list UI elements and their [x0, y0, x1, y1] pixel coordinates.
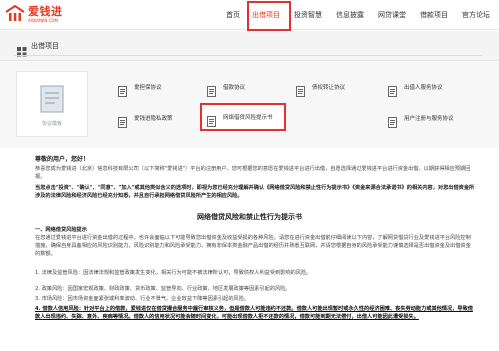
risk-notice-content: 尊敬的用户，您好！ 恭喜您成为爱钱进（北京）信息科技有限公司（以下简称"爱钱进"…: [0, 148, 499, 351]
doc-guarantee[interactable]: 爱担保协议: [118, 80, 162, 97]
policy-risk: 2. 政策风险：因国家宏观政策、财政政策、货币政策、监管导向、行业政策、地区发展…: [35, 286, 291, 292]
doc-label: 爱担保协议: [134, 85, 162, 91]
doc-risk-notice[interactable]: 网络借贷风险提示书: [207, 110, 273, 127]
doc-lender-service[interactable]: 出借人服务协议: [388, 80, 443, 97]
logo-icon: [4, 5, 26, 23]
document-icon: [207, 82, 216, 97]
doc-label: 借款协议: [223, 85, 246, 91]
divider: [14, 55, 482, 56]
intro-paragraph: 恭喜您成为爱钱进（北京）信息科技有限公司（以下简称"爱钱进"）平台的注册用户。您…: [35, 166, 471, 180]
credit-risk: 4. 借款人信用风险：针对平台上的借款，爱钱进仅在借贷撮合服务中履行审核义务，但…: [35, 306, 473, 320]
logo-subtext: AIQIANJIN.COM: [28, 17, 58, 23]
doc-label: 爱钱进隐私政策: [134, 116, 173, 122]
section-heading: 一、网络借贷风险提示: [35, 227, 87, 233]
section-title: 出借项目: [31, 42, 59, 50]
notice-title: 网络借贷风险和禁止性行为提示书: [197, 213, 302, 221]
risk-intro: 在您通过爱钱进平台进行资金出借的过程中，也许会面临以下可能导致您出借资金及收益受…: [35, 235, 471, 257]
doc-label: 用户注册与服务协议: [404, 116, 454, 122]
doc-label: 债权转让协议: [312, 85, 346, 91]
logo-text: 爱钱进: [28, 4, 63, 18]
section-band: 出借项目: [0, 31, 499, 61]
nav-loan-projects[interactable]: 借款项目: [420, 10, 448, 20]
grid-icon: [17, 42, 27, 61]
document-icon: [388, 113, 397, 128]
nav-investment-wisdom[interactable]: 投资智慧: [294, 10, 322, 20]
nav-disclosure[interactable]: 信息披露: [336, 10, 364, 20]
doc-loan-agreement[interactable]: 借款协议: [207, 80, 246, 97]
nav-home[interactable]: 首页: [226, 10, 240, 20]
template-category-label: 协议模板: [41, 121, 62, 127]
document-icon: [388, 82, 397, 97]
greeting: 尊敬的用户，您好！: [35, 156, 90, 163]
document-icon: [207, 112, 216, 127]
template-category[interactable]: 协议模板: [16, 71, 88, 137]
doc-user-registration[interactable]: 爱钱进隐私政策: [118, 111, 173, 128]
nav-p2p-class[interactable]: 网贷课堂: [378, 10, 406, 20]
doc-label: 出借人服务协议: [404, 85, 443, 91]
folder-icon: [39, 84, 67, 118]
document-icon: [118, 82, 127, 97]
nav-forum[interactable]: 官方论坛: [462, 10, 490, 20]
nav-highlight-box: [247, 1, 291, 31]
market-risk: 3. 市场风险：因市场资金面紧张或利率波动、行业不景气、企业效益下降等因素引起的…: [35, 296, 250, 302]
site-logo[interactable]: 爱钱进 AIQIANJIN.COM: [4, 5, 63, 23]
document-icon: [118, 113, 127, 128]
legal-risk: 1. 法律及监管风险：因法律法规和监管政策发生变化，相关行为可能不被法律所认可，…: [35, 270, 312, 276]
document-icon: [296, 82, 305, 97]
doc-user-service[interactable]: 用户注册与服务协议: [388, 111, 454, 128]
doc-debt-transfer[interactable]: 债权转让协议: [296, 80, 346, 97]
doc-label: 网络借贷风险提示书: [223, 115, 273, 121]
consent-paragraph: 当您点击"投资"、"确认"、"同意"、"加入"或其他类似含义的选项时，即视为您已…: [35, 185, 475, 199]
